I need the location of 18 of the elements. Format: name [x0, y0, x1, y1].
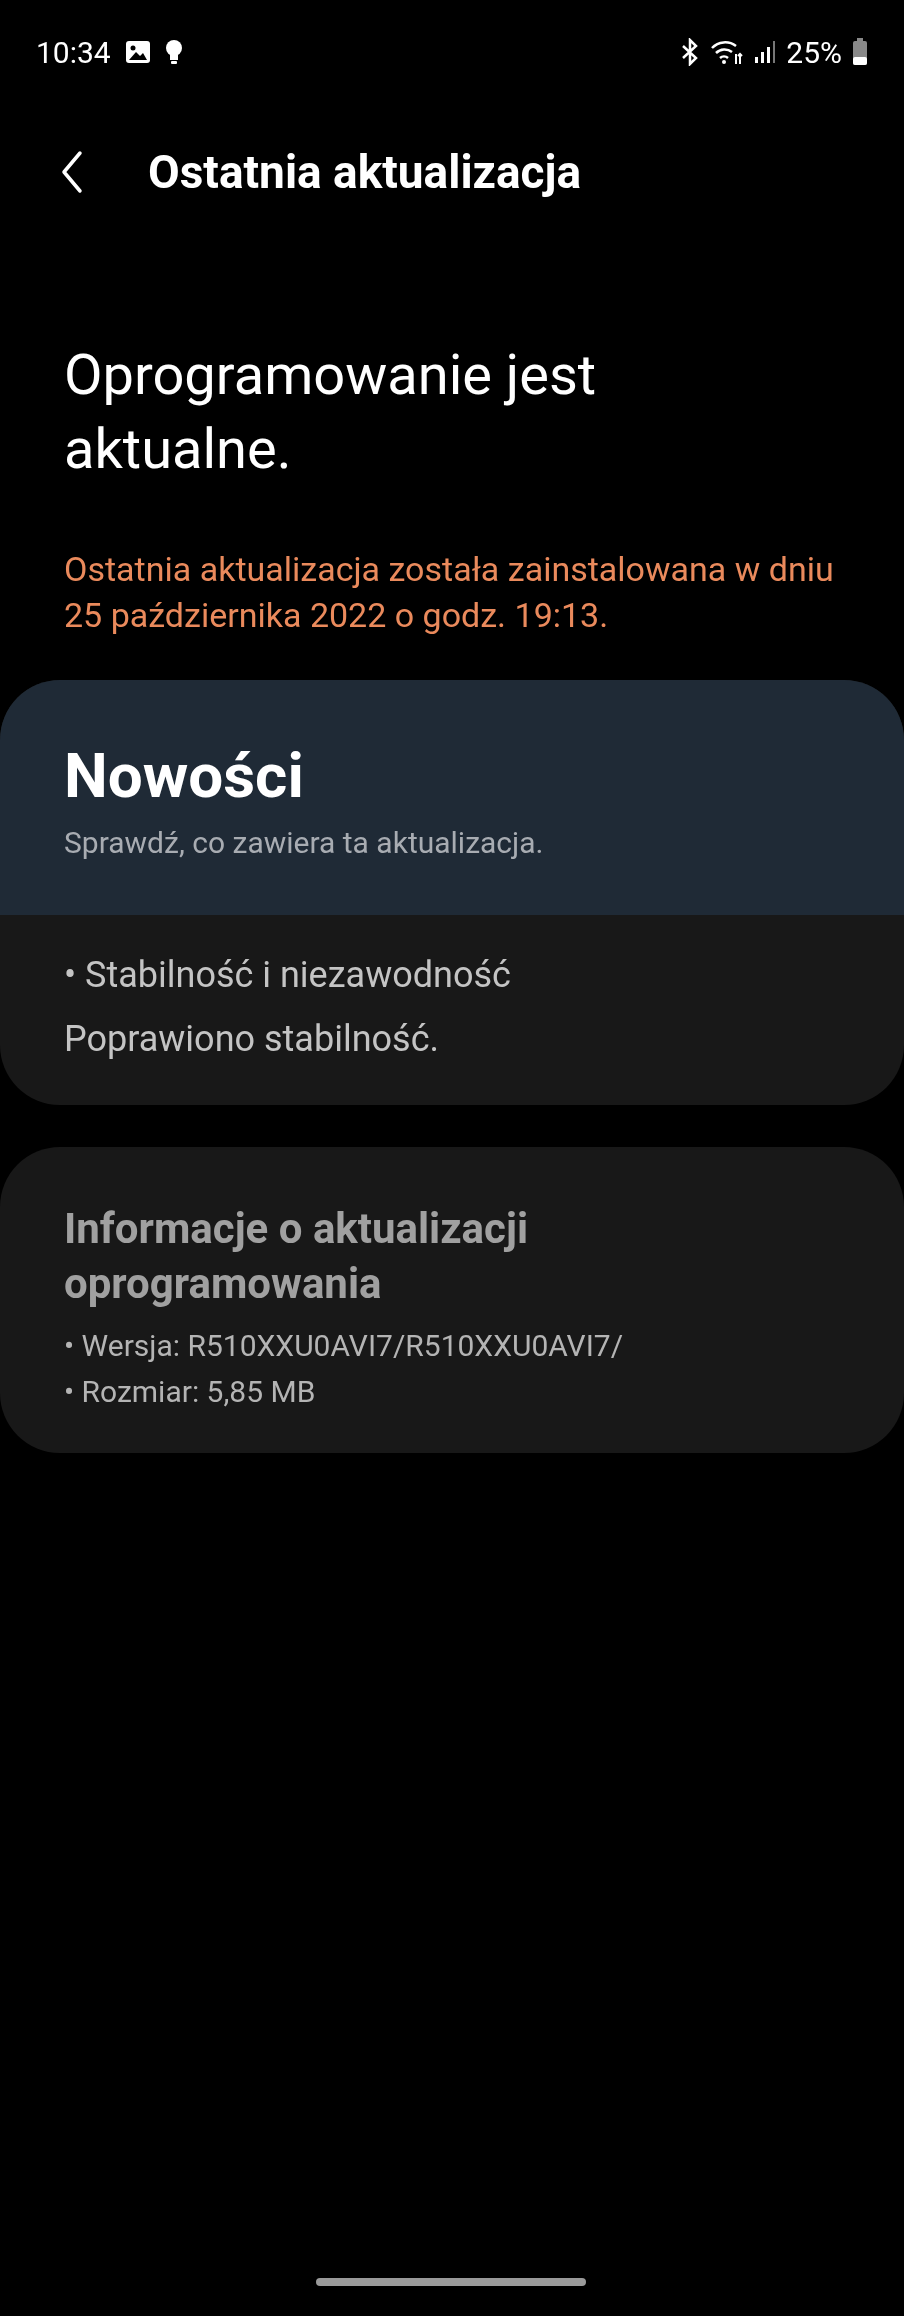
signal-icon [754, 39, 777, 65]
info-item: • Wersja: R510XXU0AVI7/R510XXU0AVI7/ [64, 1327, 625, 1365]
info-item: • Rozmiar: 5,85 MB [64, 1373, 317, 1411]
clock: 10:34 [36, 33, 111, 72]
card-subtitle: Sprawdź, co zawiera ta aktualizacja. [64, 824, 545, 862]
last-update-note: Ostatnia aktualizacja została zainstalowana w dniu 25 października 2022 o godz. 19:13. [64, 548, 835, 637]
image-icon [124, 40, 151, 64]
change-item: • Stabilność i niezawodność [64, 953, 512, 997]
info-title: Informacje o aktualizacji oprogramowania [64, 1203, 529, 1310]
battery-percentage: 25% [786, 33, 842, 72]
battery-icon [852, 38, 868, 66]
wifi-icon [710, 38, 745, 66]
status-heading: Oprogramowanie jest aktualne. [64, 341, 598, 484]
card-title: Nowości [64, 738, 305, 814]
change-item: Poprawiono stabilność. [64, 1017, 440, 1061]
page-title: Ostatnia aktualizacja [148, 143, 582, 201]
lightbulb-icon [164, 39, 183, 65]
back-icon [60, 150, 84, 194]
